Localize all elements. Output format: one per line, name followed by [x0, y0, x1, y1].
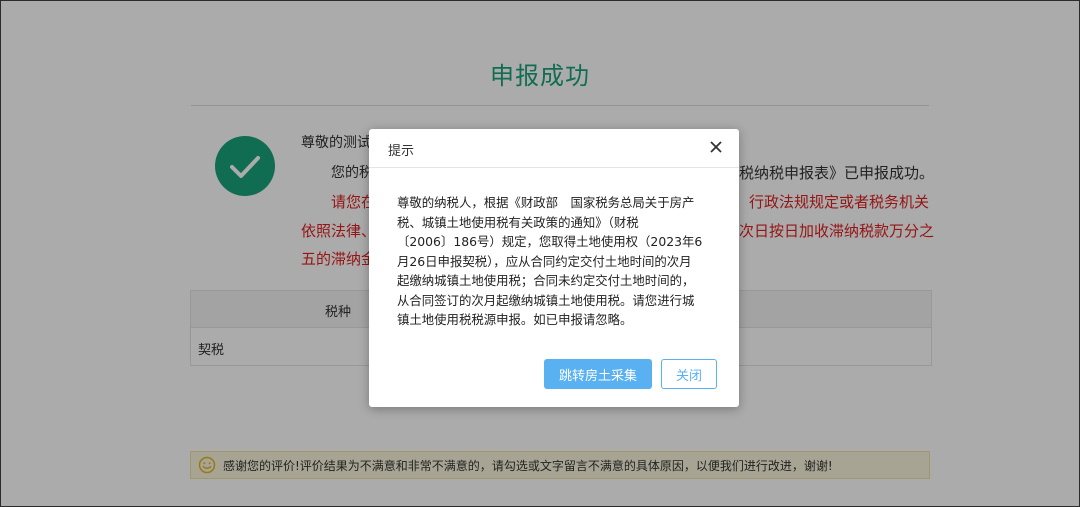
dialog-body-line: 从合同签订的次月起缴纳城镇土地使用税。请您进行城: [397, 292, 695, 308]
dialog-body-line: 镇土地使用税税源申报。如已申报请忽略。: [397, 312, 633, 327]
dialog-title: 提示: [388, 144, 415, 159]
dialog-body-line: 税、城镇土地使用税有关政策的通知》（财税: [397, 214, 639, 230]
dialog-body-line: 尊敬的纳税人，根据《财政部 国家税务总局关于房产: [397, 195, 695, 210]
dialog-body-line: 起缴纳城镇土地使用税；合同未约定交付土地时间的，: [397, 273, 695, 288]
notice-dialog: 提示 尊敬的纳税人，根据《财政部 国家税务总局关于房产 税、城镇土地使用税有关政…: [369, 129, 739, 407]
close-icon[interactable]: [707, 138, 725, 156]
close-button[interactable]: 关闭: [661, 359, 717, 389]
dialog-body: 尊敬的纳税人，根据《财政部 国家税务总局关于房产 税、城镇土地使用税有关政策的通…: [397, 193, 713, 330]
dialog-header: 提示: [369, 129, 739, 168]
jump-to-property-collection-button[interactable]: 跳转房土采集: [544, 359, 652, 389]
dialog-body-line: 月26日申报契税），应从合同约定交付土地时间的次月: [397, 253, 692, 269]
dialog-body-line: 〔2006〕186号）规定，您取得土地使用权（2023年6: [397, 234, 703, 249]
app-frame: 申报成功 尊敬的测试 您的税 税纳税申报表》已申报成功。 请您在 行政法规规定或…: [0, 0, 1080, 507]
